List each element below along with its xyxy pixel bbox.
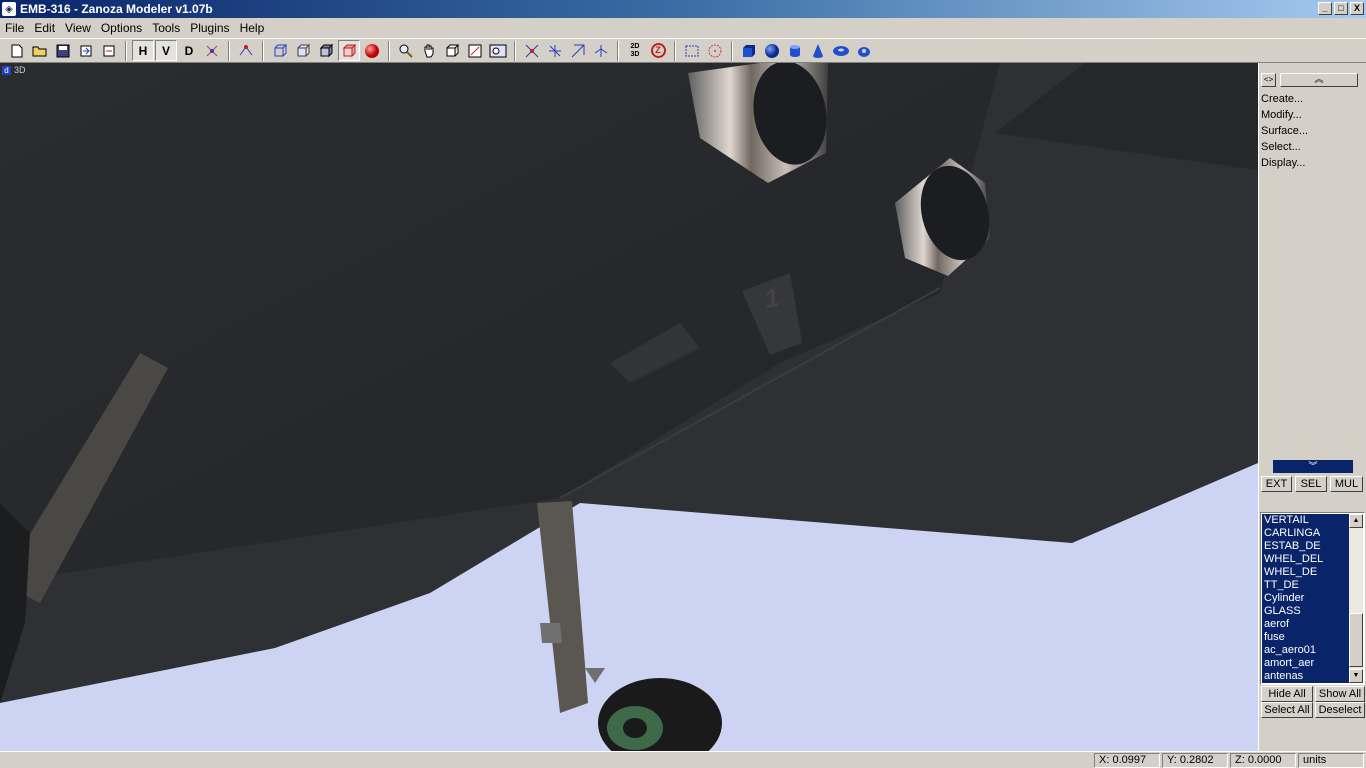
window-title: EMB-316 - Zanoza Modeler v1.07b (20, 2, 213, 16)
view-label: d 3D (2, 65, 26, 75)
list-item[interactable]: TT_DE (1262, 579, 1350, 592)
status-bar: X: 0.0997 Y: 0.2802 Z: 0.0000 units (0, 751, 1366, 768)
new-file-icon[interactable] (6, 40, 28, 61)
list-item[interactable]: ac_aero01 (1262, 644, 1350, 657)
create-sphere-icon[interactable] (761, 40, 783, 61)
scroll-thumb[interactable] (1349, 613, 1363, 667)
list-item[interactable]: ESTAB_DE (1262, 540, 1350, 553)
view-mode-label: 3D (14, 65, 26, 75)
zoom-icon[interactable] (395, 40, 417, 61)
list-item[interactable]: WHEL_DE (1262, 566, 1350, 579)
select-all-button[interactable]: Select All (1261, 702, 1313, 718)
list-item[interactable]: aerof (1262, 618, 1350, 631)
render-sphere-icon[interactable] (361, 40, 383, 61)
detail-toggle-button[interactable]: D (178, 40, 200, 61)
z-label: Z (650, 43, 666, 58)
display-menu-item[interactable]: Display... (1261, 155, 1308, 171)
export-icon[interactable] (98, 40, 120, 61)
panel-menu: Create... Modify... Surface... Select...… (1261, 91, 1308, 171)
list-item[interactable]: GLASS (1262, 605, 1350, 618)
modify-menu-item[interactable]: Modify... (1261, 107, 1308, 123)
surface-menu-item[interactable]: Surface... (1261, 123, 1308, 139)
menu-plugins[interactable]: Plugins (185, 21, 234, 35)
rect-select-icon[interactable] (681, 40, 703, 61)
y-coordinate: Y: 0.2802 (1162, 753, 1228, 768)
object-list[interactable]: VERTAIL CARLINGA ESTAB_DE WHEL_DEL WHEL_… (1260, 512, 1365, 685)
scroll-up-icon[interactable]: ▲ (1349, 514, 1363, 528)
rotate-view-icon[interactable] (441, 40, 463, 61)
menu-options[interactable]: Options (96, 21, 147, 35)
menu-help[interactable]: Help (235, 21, 270, 35)
sel-mode-button[interactable]: SEL (1295, 476, 1327, 492)
hide-toggle-button[interactable]: H (132, 40, 154, 61)
units-label: units (1298, 753, 1364, 768)
decal-number: 1 (765, 281, 780, 315)
maximize-button[interactable]: □ (1334, 2, 1348, 15)
circle-select-icon[interactable] (704, 40, 726, 61)
mul-mode-button[interactable]: MUL (1330, 476, 1363, 492)
create-cone-icon[interactable] (807, 40, 829, 61)
axes-icon[interactable] (201, 40, 223, 61)
scene-render (0, 63, 1258, 751)
select-menu-item[interactable]: Select... (1261, 139, 1308, 155)
expand-down-button[interactable]: ︾ (1273, 460, 1353, 473)
list-item[interactable]: amort_aer (1262, 657, 1350, 670)
scroll-down-icon[interactable]: ▼ (1349, 669, 1363, 683)
create-menu-item[interactable]: Create... (1261, 91, 1308, 107)
menu-file[interactable]: File (0, 21, 29, 35)
app-icon: ◈ (2, 2, 16, 16)
open-folder-icon[interactable] (29, 40, 51, 61)
wireframe-box-icon[interactable] (269, 40, 291, 61)
zoom-extents-icon[interactable] (464, 40, 486, 61)
create-cylinder-icon[interactable] (784, 40, 806, 61)
menu-edit[interactable]: Edit (29, 21, 60, 35)
collapse-up-button[interactable]: ︽ (1280, 73, 1358, 87)
viewport-3d[interactable]: d 3D 1 (0, 63, 1258, 751)
z-button[interactable]: Z (647, 40, 669, 61)
view-2d3d-label: 2D 3D (630, 42, 640, 58)
save-icon[interactable] (52, 40, 74, 61)
command-panel: <> ︽ Create... Modify... Surface... Sele… (1258, 63, 1366, 751)
list-item[interactable]: WHEL_DEL (1262, 553, 1350, 566)
textured-box-icon[interactable] (338, 40, 360, 61)
x-coordinate: X: 0.0997 (1094, 753, 1160, 768)
toolbar: H V D 2D 3D Z (0, 38, 1366, 63)
rotate-tool-icon[interactable] (567, 40, 589, 61)
menu-tools[interactable]: Tools (147, 21, 185, 35)
title-bar: ◈ EMB-316 - Zanoza Modeler v1.07b _ □ X (0, 0, 1366, 18)
show-all-button[interactable]: Show All (1315, 686, 1365, 702)
ext-mode-button[interactable]: EXT (1261, 476, 1292, 492)
hide-all-button[interactable]: Hide All (1261, 686, 1313, 702)
mirror-tool-icon[interactable] (590, 40, 612, 61)
flat-box-icon[interactable] (315, 40, 337, 61)
list-item[interactable]: antenas (1262, 670, 1350, 683)
zoom-all-icon[interactable] (487, 40, 509, 61)
list-item[interactable]: VERTAIL (1262, 514, 1350, 527)
import-icon[interactable] (75, 40, 97, 61)
create-teapot-icon[interactable] (853, 40, 875, 61)
deselect-button[interactable]: Deselect (1315, 702, 1365, 718)
list-item[interactable]: fuse (1262, 631, 1350, 644)
menu-bar: File Edit View Options Tools Plugins Hel… (0, 18, 1366, 38)
create-box-icon[interactable] (738, 40, 760, 61)
list-item[interactable]: CARLINGA (1262, 527, 1350, 540)
view-2d3d-button[interactable]: 2D 3D (624, 40, 646, 61)
z-coordinate: Z: 0.0000 (1230, 753, 1296, 768)
scale-tool-icon[interactable] (544, 40, 566, 61)
menu-view[interactable]: View (60, 21, 96, 35)
pivot-icon[interactable] (235, 40, 257, 61)
move-tool-icon[interactable] (521, 40, 543, 61)
vertex-toggle-button[interactable]: V (155, 40, 177, 61)
pan-hand-icon[interactable] (418, 40, 440, 61)
object-list-scrollbar[interactable]: ▲ ▼ (1349, 514, 1363, 683)
list-item[interactable]: Cylinder (1262, 592, 1350, 605)
close-button[interactable]: X (1350, 2, 1364, 15)
viewport-menu-icon[interactable]: d (2, 65, 11, 75)
create-torus-icon[interactable] (830, 40, 852, 61)
hidden-line-box-icon[interactable] (292, 40, 314, 61)
panel-nav-button[interactable]: <> (1261, 73, 1276, 87)
minimize-button[interactable]: _ (1318, 2, 1332, 15)
